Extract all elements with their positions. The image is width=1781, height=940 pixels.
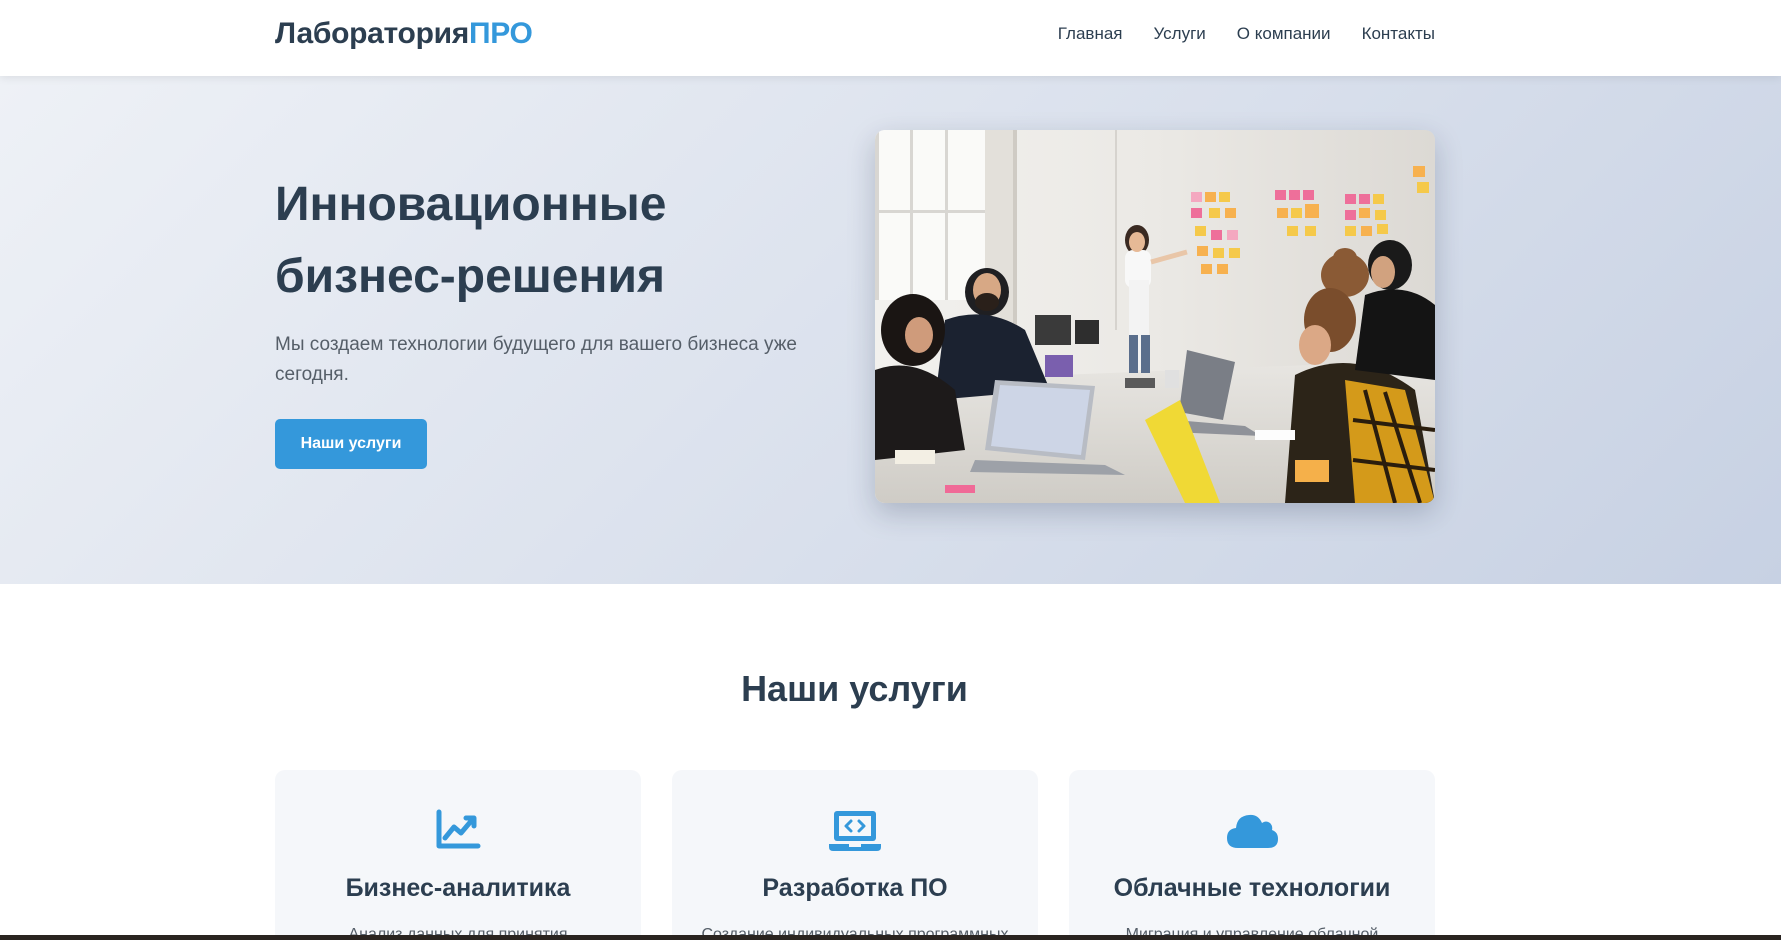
- site-header: ЛабораторияПРО Главная Услуги О компании…: [0, 0, 1781, 76]
- hero-image: [875, 130, 1435, 503]
- logo[interactable]: ЛабораторияПРО: [275, 17, 533, 51]
- bottom-edge: [0, 935, 1781, 940]
- main-nav: Главная Услуги О компании Контакты: [1058, 24, 1435, 44]
- laptop-code-icon: [827, 808, 883, 854]
- hero-section: Инновационные бизнес-решения Мы создаем …: [0, 76, 1781, 584]
- service-card-analytics[interactable]: Бизнес-аналитика Анализ данных для приня…: [275, 770, 641, 940]
- chart-line-icon: [430, 808, 486, 854]
- service-title: Бизнес-аналитика: [345, 874, 571, 902]
- cloud-icon: [1224, 808, 1280, 854]
- hero-title: Инновационные бизнес-решения: [275, 178, 667, 303]
- services-button[interactable]: Наши услуги: [275, 419, 427, 469]
- nav-home[interactable]: Главная: [1058, 24, 1123, 44]
- logo-main: Лаборатория: [275, 17, 469, 50]
- nav-contacts[interactable]: Контакты: [1362, 24, 1435, 44]
- service-title: Облачные технологии: [1113, 874, 1391, 902]
- nav-services[interactable]: Услуги: [1154, 24, 1206, 44]
- nav-about[interactable]: О компании: [1237, 24, 1331, 44]
- hero-subtitle: Мы создаем технологии будущего для вашег…: [275, 334, 797, 385]
- service-title: Разработка ПО: [762, 874, 948, 902]
- services-section-title: Наши услуги: [741, 668, 968, 709]
- service-card-software[interactable]: Разработка ПО Создание индивидуальных пр…: [672, 770, 1038, 940]
- logo-accent: ПРО: [468, 17, 533, 50]
- service-card-cloud[interactable]: Облачные технологии Миграция и управлени…: [1069, 770, 1435, 940]
